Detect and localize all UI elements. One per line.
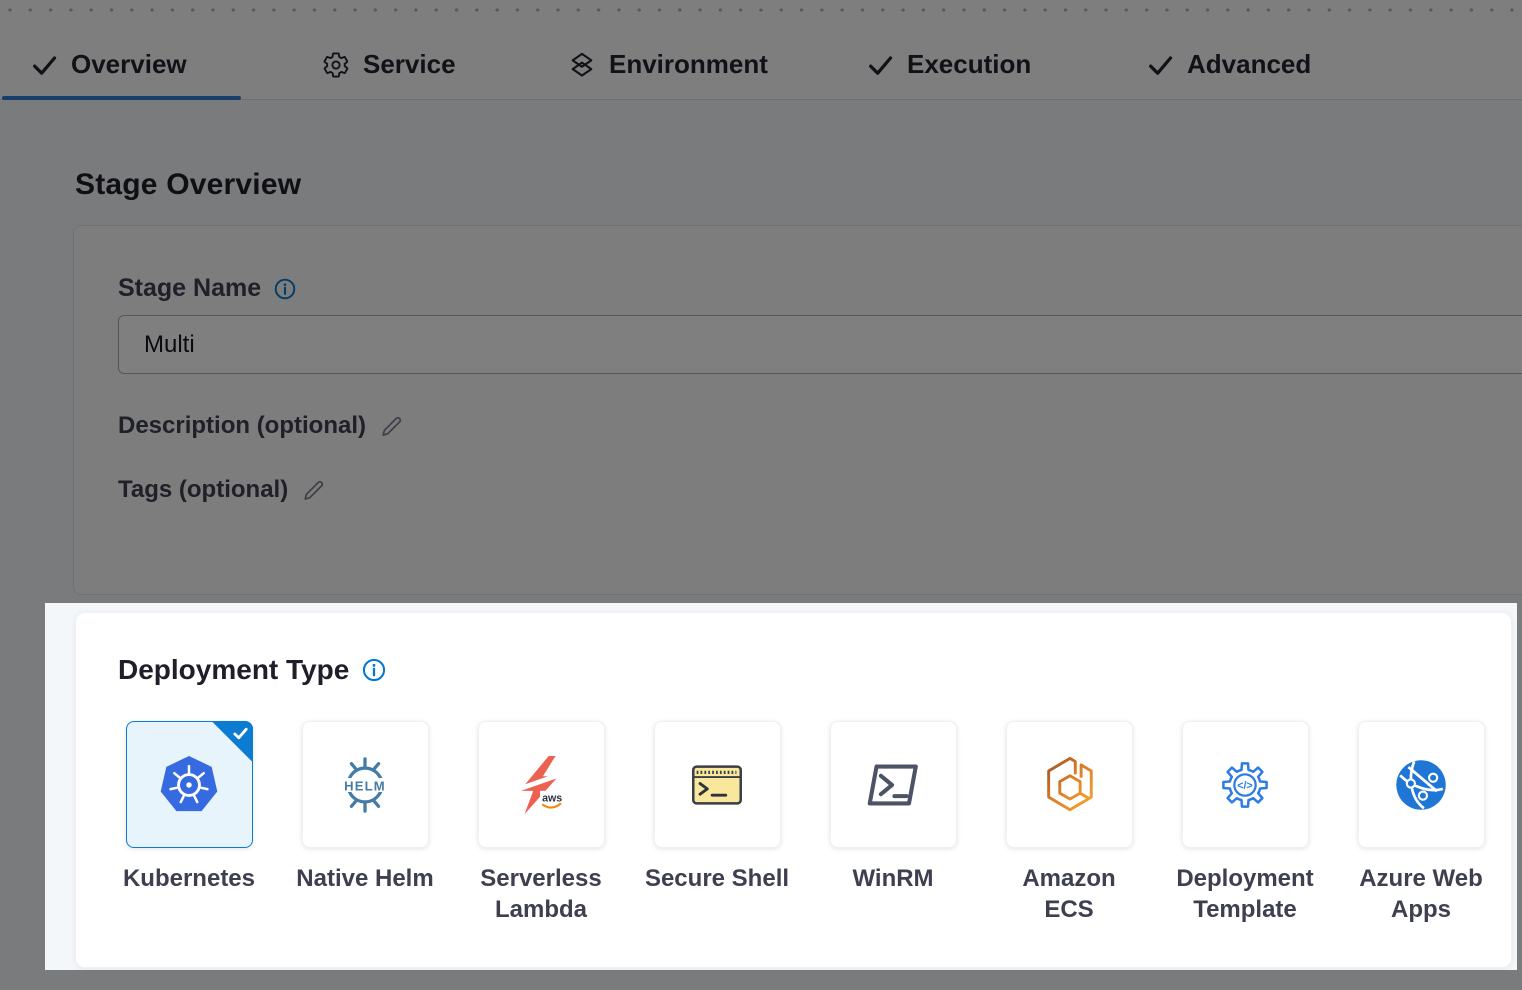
tab-overview[interactable]: Overview — [30, 30, 187, 99]
svg-text:aws: aws — [542, 792, 562, 804]
svg-text:</>: </> — [1237, 779, 1252, 791]
page-title: Stage Overview — [75, 168, 301, 202]
serverless-aws-lambda-icon: aws — [510, 754, 572, 816]
deployment-option-azure-web-apps: Azure Web Apps — [1333, 721, 1509, 925]
tab-label: Overview — [71, 49, 187, 80]
tab-service[interactable]: Service — [322, 30, 456, 99]
check-icon — [1146, 51, 1174, 79]
check-icon — [866, 51, 894, 79]
stage-name-label: Stage Name — [118, 274, 261, 303]
deployment-card-amazon-ecs[interactable] — [1006, 721, 1133, 848]
edit-pencil-icon[interactable] — [300, 477, 327, 504]
azure-globe-icon — [1390, 754, 1452, 816]
tab-label: Service — [363, 49, 456, 80]
deployment-option-label: Azure Web Apps — [1359, 863, 1483, 925]
tab-label: Advanced — [1187, 49, 1311, 80]
amazon-ecs-icon — [1038, 754, 1100, 816]
deployment-option-native-helm: HELM Native Helm — [277, 721, 453, 925]
deployment-card-azure-web-apps[interactable] — [1358, 721, 1485, 848]
stage-name-input[interactable] — [118, 315, 1522, 374]
deployment-option-secure-shell: Secure Shell — [629, 721, 805, 925]
info-icon[interactable] — [361, 657, 387, 683]
deployment-option-label: WinRM — [852, 863, 933, 894]
stage-name-label-row: Stage Name — [118, 274, 297, 303]
edit-pencil-icon[interactable] — [378, 413, 405, 440]
gear-code-icon: </> — [1214, 754, 1276, 816]
tab-label: Execution — [907, 49, 1031, 80]
tab-label: Environment — [609, 49, 768, 80]
deployment-type-heading-row: Deployment Type — [118, 654, 387, 686]
tags-label-row: Tags (optional) — [118, 476, 327, 504]
deployment-option-winrm: WinRM — [805, 721, 981, 925]
gear-icon — [322, 51, 350, 79]
deployment-option-label: Serverless Lambda — [480, 863, 601, 925]
deployment-option-amazon-ecs: Amazon ECS — [981, 721, 1157, 925]
tags-label: Tags (optional) — [118, 476, 288, 504]
kubernetes-icon — [158, 754, 220, 816]
deployment-card-winrm[interactable] — [830, 721, 957, 848]
stage-tabbar: Overview Service Environment Execution A… — [0, 30, 1522, 100]
tab-advanced[interactable]: Advanced — [1146, 30, 1311, 99]
deployment-options-row: Kubernetes — [101, 721, 1509, 925]
deployment-option-serverless-lambda: aws Serverless Lambda — [453, 721, 629, 925]
tab-environment[interactable]: Environment — [568, 30, 768, 99]
info-icon[interactable] — [273, 277, 297, 301]
deployment-card-secure-shell[interactable] — [654, 721, 781, 848]
selected-check-icon — [231, 724, 250, 743]
canvas-dots-background — [0, 0, 1522, 30]
deployment-option-label: Native Helm — [296, 863, 433, 894]
svg-text:HELM: HELM — [344, 778, 386, 793]
terminal-window-icon — [686, 754, 748, 816]
deployment-card-kubernetes[interactable] — [126, 721, 253, 848]
description-label: Description (optional) — [118, 412, 366, 440]
deployment-option-label: Deployment Template — [1176, 863, 1313, 925]
deployment-option-kubernetes: Kubernetes — [101, 721, 277, 925]
deployment-option-label: Amazon ECS — [1022, 863, 1115, 925]
tab-execution[interactable]: Execution — [866, 30, 1031, 99]
powershell-icon — [862, 754, 924, 816]
deployment-type-title: Deployment Type — [118, 654, 349, 686]
helm-icon: HELM — [334, 754, 396, 816]
deployment-option-deployment-template: </> Deployment Template — [1157, 721, 1333, 925]
deployment-option-label: Kubernetes — [123, 863, 255, 894]
stage-overview-card: Stage Name Description (optional) Tags (… — [73, 225, 1522, 595]
deployment-type-panel: Deployment Type — [75, 612, 1512, 968]
deployment-card-native-helm[interactable]: HELM — [302, 721, 429, 848]
deployment-card-serverless-lambda[interactable]: aws — [478, 721, 605, 848]
description-label-row: Description (optional) — [118, 412, 405, 440]
deployment-card-deployment-template[interactable]: </> — [1182, 721, 1309, 848]
layers-icon — [568, 51, 596, 79]
pipeline-stage-overview-screen: Overview Service Environment Execution A… — [0, 0, 1522, 990]
check-icon — [30, 51, 58, 79]
deployment-option-label: Secure Shell — [645, 863, 789, 894]
